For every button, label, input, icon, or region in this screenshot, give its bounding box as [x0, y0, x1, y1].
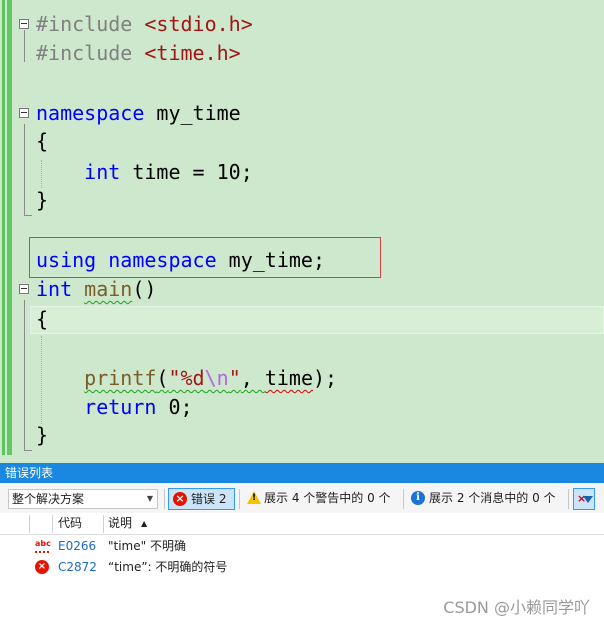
messages-filter-label: 展示 2 个消息中的 0 个	[429, 491, 556, 505]
collapse-icon[interactable]	[19, 19, 29, 29]
brace: {	[36, 307, 49, 331]
toolbar-divider	[568, 489, 569, 509]
warnings-filter-button[interactable]: ! 展示 4 个警告中的 0 个	[242, 488, 400, 510]
function-call: printf	[84, 366, 157, 390]
code-line-4[interactable]: namespace my_time	[0, 99, 604, 128]
namespace-name: my_time	[144, 101, 241, 125]
editor-bottom-strip	[0, 455, 604, 463]
error-circle-icon: ×	[173, 492, 187, 506]
escape-sequence: \n	[204, 366, 229, 390]
error-description: "time" 不明确	[108, 539, 186, 553]
collapse-icon[interactable]	[19, 108, 29, 118]
scope-value: 整个解决方案	[12, 492, 85, 506]
keyword: int	[36, 277, 73, 301]
messages-filter-button[interactable]: i 展示 2 个消息中的 0 个	[407, 488, 565, 510]
brace: }	[36, 423, 49, 447]
info-circle-icon: i	[411, 491, 425, 505]
preprocessor-directive: #include	[36, 41, 145, 65]
code-line-5[interactable]: {	[0, 127, 604, 156]
keyword: int	[84, 160, 121, 184]
error-code: C2872	[58, 560, 97, 574]
column-divider[interactable]	[52, 515, 53, 533]
code-line-2[interactable]: #include <time.h>	[0, 39, 604, 68]
string-literal: "%d	[168, 366, 205, 390]
close-paren: );	[313, 366, 338, 390]
comma: ,	[240, 366, 265, 390]
clear-filter-button[interactable]: ×	[573, 488, 595, 510]
code-editor[interactable]: #include <stdio.h> #include <time.h> nam…	[0, 0, 604, 455]
error-list-title[interactable]: 错误列表	[0, 463, 604, 483]
warning-exclamation: !	[252, 493, 257, 503]
code-line-14[interactable]: return 0;	[0, 393, 604, 422]
include-target: <time.h>	[144, 41, 241, 65]
brace: }	[36, 188, 49, 212]
preprocessor-directive: #include	[36, 12, 145, 36]
sort-ascending-icon: ▲	[141, 519, 148, 528]
keyword: return	[84, 395, 157, 419]
errors-filter-button[interactable]: × 错误 2	[168, 488, 235, 510]
column-divider[interactable]	[103, 515, 104, 533]
keyword: namespace	[36, 101, 145, 125]
include-target: <stdio.h>	[144, 12, 253, 36]
error-list-toolbar: 整个解决方案 ▼ × 错误 2 ! 展示 4 个警告中的 0 个 i 展示 2 …	[0, 483, 604, 513]
brace: {	[36, 129, 49, 153]
highlight-annotation-box	[29, 237, 381, 278]
code-line-11[interactable]: {	[0, 305, 604, 334]
declaration: time = 10;	[120, 160, 253, 184]
error-row[interactable]: abc E0266 "time" 不明确	[0, 536, 604, 557]
filter-funnel-icon	[583, 496, 593, 503]
code-line-10[interactable]: int main()	[0, 275, 604, 304]
errors-filter-label: 错误 2	[191, 492, 227, 506]
error-code: E0266	[58, 539, 97, 553]
toolbar-divider	[164, 489, 165, 509]
column-header-description[interactable]: 说明	[108, 513, 132, 534]
error-list-header: 代码 说明 ▲	[0, 513, 604, 535]
function-name: main	[84, 277, 133, 301]
parens: ()	[132, 277, 157, 301]
watermark: CSDN @小赖同学吖	[443, 598, 590, 617]
toolbar-divider	[403, 489, 404, 509]
open-paren: (	[156, 366, 169, 390]
return-value: 0;	[156, 395, 193, 419]
code-line-6[interactable]: int time = 10;	[0, 158, 604, 187]
error-circle-icon: ×	[35, 560, 49, 574]
toolbar-divider	[239, 489, 240, 509]
error-list-panel: 错误列表 整个解决方案 ▼ × 错误 2 ! 展示 4 个警告中的 0 个 i …	[0, 455, 604, 626]
error-row[interactable]: × C2872 “time”: 不明确的符号	[0, 557, 604, 578]
column-header-code[interactable]: 代码	[58, 513, 82, 534]
code-line-1[interactable]: #include <stdio.h>	[0, 10, 604, 39]
ambiguous-identifier: time	[264, 366, 313, 390]
collapse-icon[interactable]	[19, 284, 29, 294]
chevron-down-icon: ▼	[146, 494, 153, 503]
scope-dropdown[interactable]: 整个解决方案 ▼	[8, 489, 158, 509]
abc-squiggle-icon: abc	[35, 539, 51, 553]
column-divider[interactable]	[29, 515, 30, 533]
code-line-13[interactable]: printf("%d\n", time);	[0, 364, 604, 393]
string-literal-end: "	[228, 366, 241, 390]
code-line-15[interactable]: }	[0, 421, 604, 450]
warnings-filter-label: 展示 4 个警告中的 0 个	[264, 491, 391, 505]
error-description: “time”: 不明确的符号	[108, 560, 228, 574]
code-line-7[interactable]: }	[0, 186, 604, 215]
